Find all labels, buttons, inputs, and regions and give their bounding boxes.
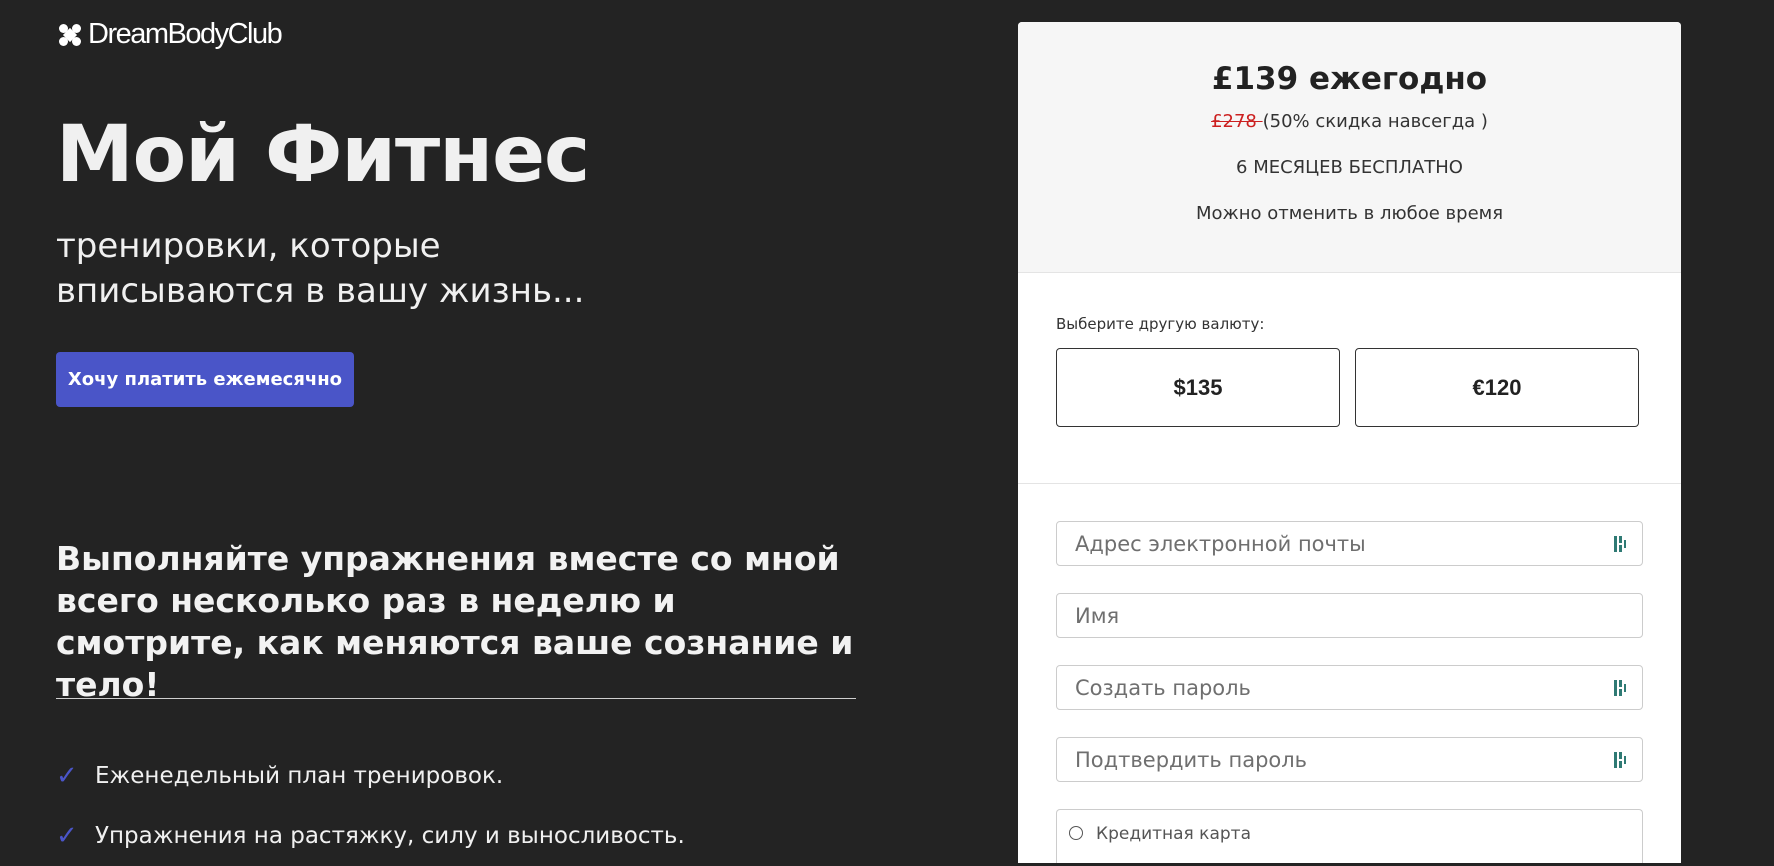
hero-subtitle: тренировки, которые вписываются в вашу ж… (56, 226, 585, 311)
password-manager-icon[interactable] (1614, 680, 1626, 696)
email-field[interactable] (1073, 530, 1597, 557)
page-title: Мой Фитнес (56, 110, 590, 200)
password-field[interactable] (1073, 674, 1597, 701)
feature-text: Упражнения на растяжку, силу и выносливо… (95, 823, 685, 849)
annual-price: £139 ежегодно (1211, 61, 1488, 97)
signup-card: £139 ежегодно £278 (50% скидка навсегда … (1018, 22, 1681, 863)
brand-mark-icon (58, 23, 82, 47)
name-field-wrapper (1056, 593, 1643, 638)
divider (56, 698, 856, 699)
currency-selector: Выберите другую валюту: $135 €120 (1018, 273, 1681, 484)
feature-text: Еженедельный план тренировок. (95, 763, 504, 789)
currency-usd-button[interactable]: $135 (1056, 348, 1340, 427)
email-field-wrapper (1056, 521, 1643, 566)
check-icon: ✓ (56, 821, 78, 851)
currency-eur-button[interactable]: €120 (1355, 348, 1639, 427)
credit-card-option[interactable]: Кредитная карта (1056, 809, 1643, 863)
feature-item: ✓ Упражнения на растяжку, силу и выносли… (56, 806, 685, 866)
discount-line: £278 (50% скидка навсегда ) (1018, 110, 1681, 134)
confirm-password-field[interactable] (1073, 746, 1597, 773)
signup-form: Кредитная карта (1018, 484, 1681, 863)
discount-text: (50% скидка навсегда ) (1262, 111, 1488, 132)
free-months: 6 МЕСЯЦЕВ БЕСПЛАТНО (1236, 157, 1463, 178)
password-manager-icon[interactable] (1614, 752, 1626, 768)
confirm-password-field-wrapper (1056, 737, 1643, 782)
radio-button[interactable] (1069, 826, 1083, 840)
cancel-note: Можно отменить в любое время (1195, 203, 1504, 224)
check-icon: ✓ (56, 761, 78, 791)
old-price: £278 (1211, 111, 1263, 132)
brand-logo[interactable]: DreamBodyClub (58, 18, 283, 51)
feature-item: ✓ Еженедельный план тренировок. (56, 746, 685, 806)
price-summary: £139 ежегодно £278 (50% скидка навсегда … (1018, 22, 1681, 273)
brand-name: DreamBodyClub (88, 18, 283, 50)
feature-list: ✓ Еженедельный план тренировок. ✓ Упражн… (56, 746, 685, 866)
password-manager-icon[interactable] (1614, 536, 1626, 552)
name-field[interactable] (1073, 602, 1597, 629)
currency-label: Выберите другую валюту: (1056, 315, 1265, 333)
password-field-wrapper (1056, 665, 1643, 710)
monthly-payment-button[interactable]: Хочу платить ежемесячно (56, 352, 354, 407)
tagline: Выполняйте упражнения вместе со мной все… (56, 539, 854, 704)
credit-card-label: Кредитная карта (1096, 824, 1251, 844)
